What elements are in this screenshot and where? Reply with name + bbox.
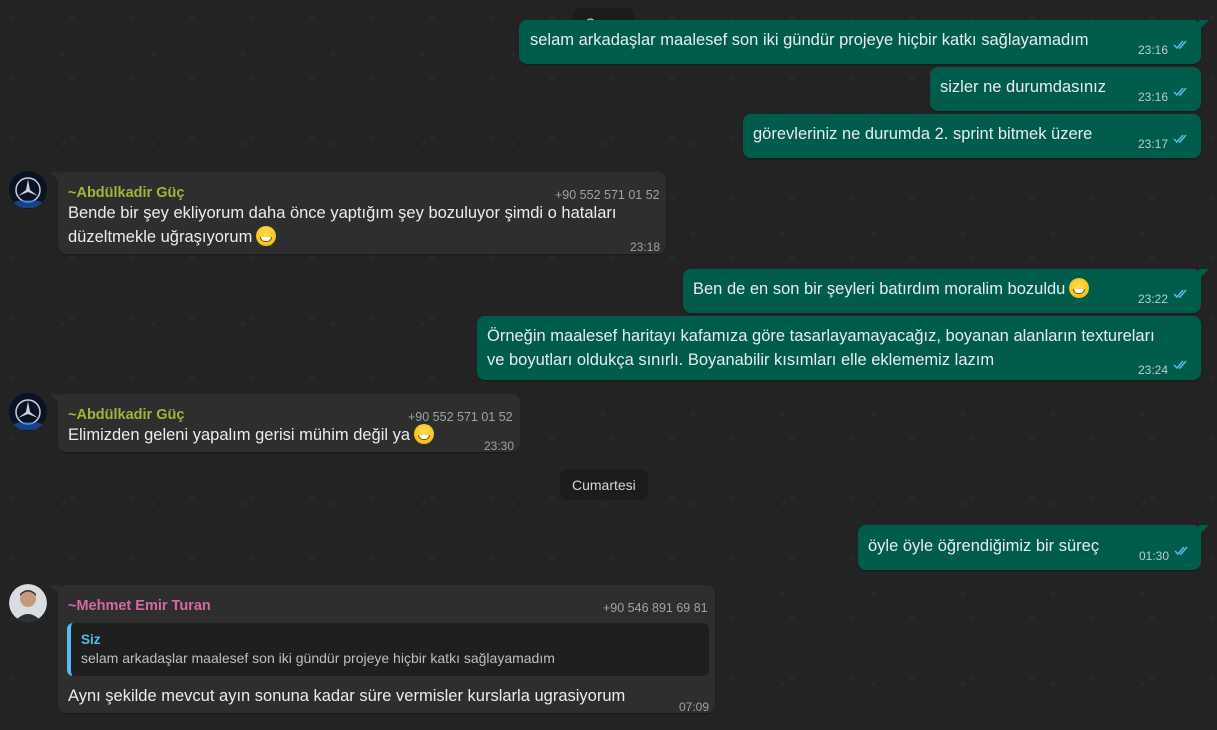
message-time: 23:18 <box>630 240 661 254</box>
message-time: 01:30 <box>1139 549 1170 563</box>
message-text: selam arkadaşlar maalesef son iki gündür… <box>530 31 1089 49</box>
avatar[interactable] <box>9 393 47 431</box>
sender-phone: +90 546 891 69 81 <box>603 601 708 615</box>
message-text-line1: Örneğin maalesef haritayı kafamıza göre … <box>487 327 1155 345</box>
message-text: görevleriniz ne durumda 2. sprint bitmek… <box>753 125 1093 143</box>
outgoing-message[interactable]: Örneğin maalesef haritayı kafamıza göre … <box>477 316 1201 380</box>
message-time: 23:16 <box>1138 90 1169 104</box>
person-avatar-icon <box>9 584 47 622</box>
message-text-line2: ve boyutları oldukça sınırlı. Boyanabili… <box>487 351 995 369</box>
message-time: 23:24 <box>1138 363 1169 377</box>
double-check-icon <box>1173 360 1187 370</box>
message-text: sizler ne durumdasınız <box>940 78 1106 96</box>
grin-emoji-icon <box>1069 278 1090 298</box>
outgoing-message[interactable]: Ben de en son bir şeyleri batırdım moral… <box>683 269 1209 313</box>
outgoing-message[interactable]: öyle öyle öğrendiğimiz bir süreç 01:30 <box>858 525 1209 570</box>
double-check-icon <box>1174 546 1188 556</box>
outgoing-message[interactable]: selam arkadaşlar maalesef son iki gündür… <box>519 20 1209 64</box>
message-time: 23:17 <box>1138 137 1169 151</box>
message-time: 23:16 <box>1138 43 1169 57</box>
outgoing-message[interactable]: görevleriniz ne durumda 2. sprint bitmek… <box>743 114 1201 158</box>
quote-text: selam arkadaşlar maalesef son iki gündür… <box>81 650 555 666</box>
message-time: 23:30 <box>484 439 515 453</box>
message-text: Elimizden geleni yapalım gerisi mühim de… <box>68 423 435 447</box>
outgoing-message[interactable]: sizler ne durumdasınız 23:16 <box>930 67 1201 111</box>
message-time: 07:09 <box>679 700 710 714</box>
message-text: öyle öyle öğrendiğimiz bir süreç <box>868 537 1100 555</box>
double-check-icon <box>1173 134 1187 144</box>
date-divider-saturday: Cumartesi <box>560 470 648 500</box>
incoming-message[interactable]: ~Abdülkadir Güç +90 552 571 01 52 Bende … <box>50 172 666 254</box>
message-text-line2: düzeltmekle uğraşıyorum <box>68 225 277 249</box>
message-text: Ben de en son bir şeyleri batırdım moral… <box>693 277 1090 301</box>
message-time: 23:22 <box>1138 292 1169 306</box>
message-text: Aynı şekilde mevcut ayın sonuna kadar sü… <box>68 687 626 705</box>
avatar[interactable] <box>9 584 47 622</box>
double-check-icon <box>1173 87 1187 97</box>
message-text-line1: Bende bir şey ekliyorum daha önce yaptığ… <box>68 204 617 222</box>
avatar[interactable] <box>9 171 47 209</box>
mercedes-logo-icon <box>9 393 47 431</box>
double-check-icon <box>1173 289 1187 299</box>
grin-emoji-icon <box>414 424 435 444</box>
quoted-message[interactable]: Siz selam arkadaşlar maalesef son iki gü… <box>67 623 709 676</box>
sweat-smile-emoji-icon <box>256 226 277 246</box>
incoming-message[interactable]: ~Mehmet Emir Turan +90 546 891 69 81 Siz… <box>50 585 715 714</box>
incoming-message[interactable]: ~Abdülkadir Güç +90 552 571 01 52 Elimiz… <box>50 394 520 453</box>
mercedes-logo-icon <box>9 171 47 209</box>
sender-name[interactable]: ~Mehmet Emir Turan <box>68 594 211 618</box>
double-check-icon <box>1173 40 1187 50</box>
